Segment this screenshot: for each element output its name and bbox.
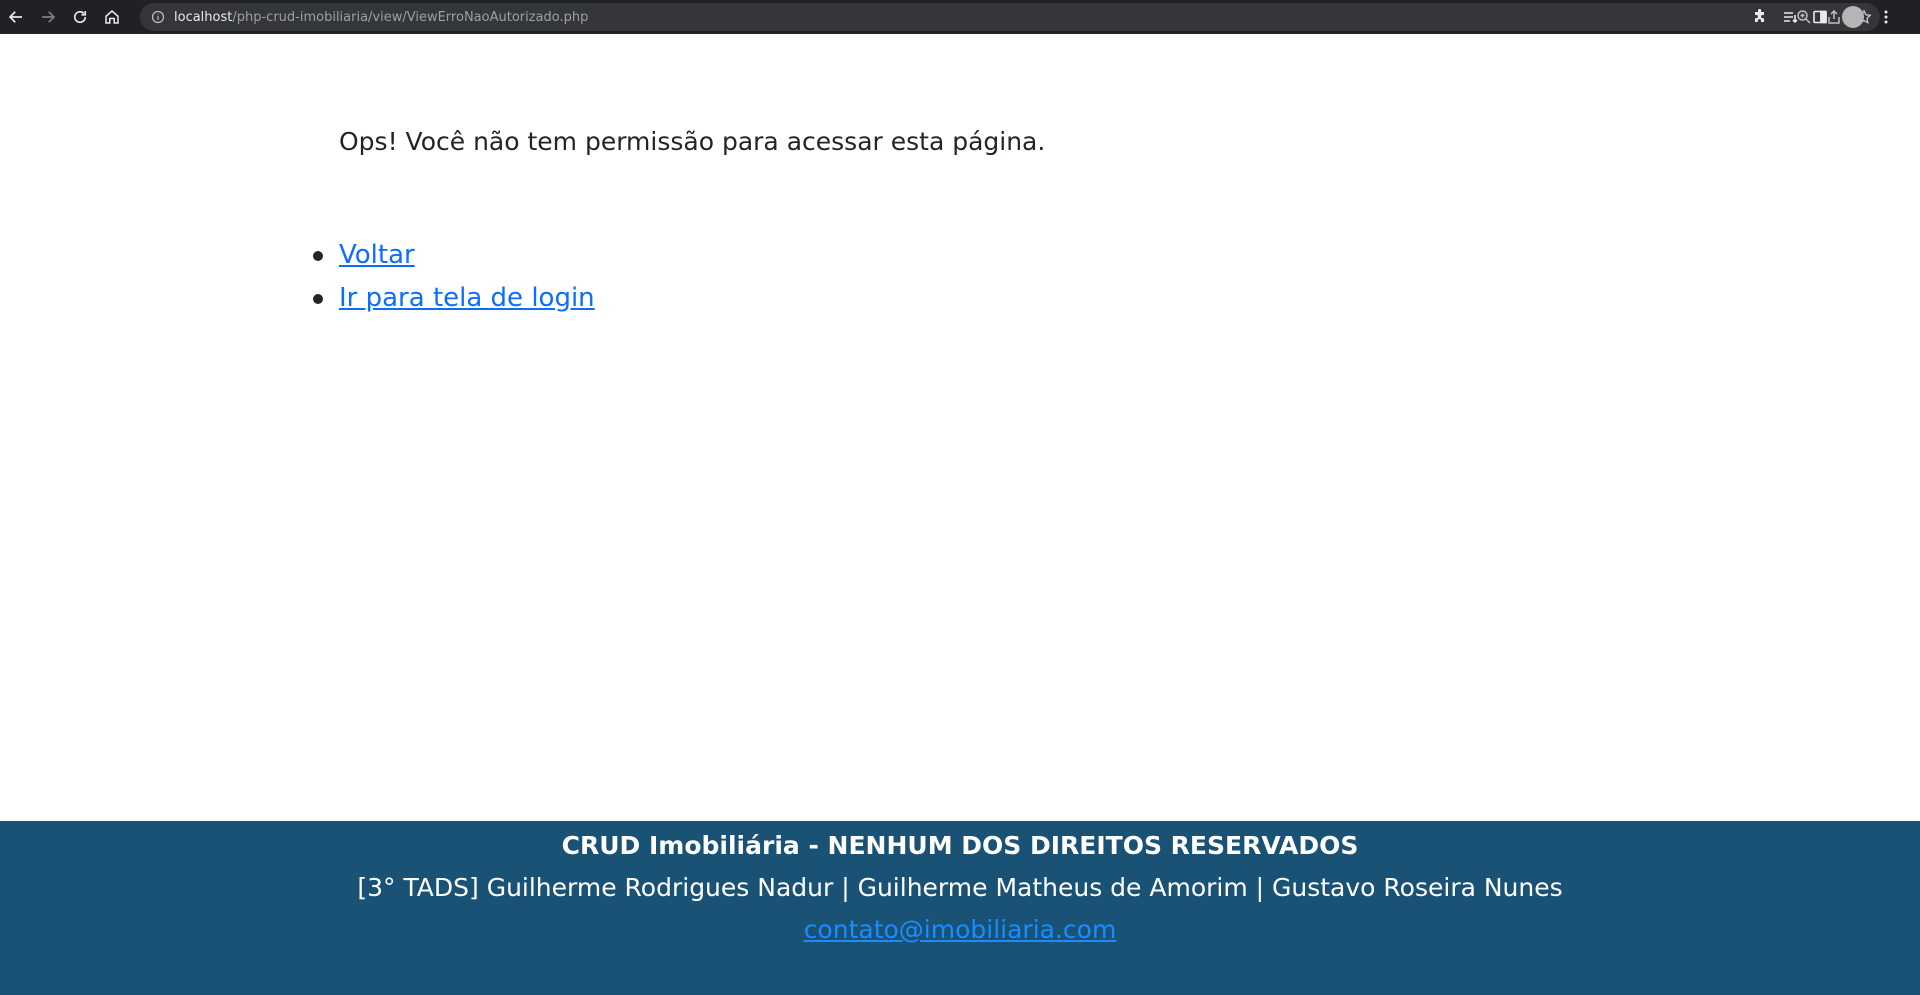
info-icon[interactable] (150, 9, 166, 25)
address-bar[interactable]: localhost/php-crud-imobiliaria/view/View… (140, 3, 1880, 31)
avatar[interactable] (1842, 6, 1864, 28)
page-content: Ops! Você não tem permissão para acessar… (0, 34, 1920, 821)
browser-toolbar: localhost/php-crud-imobiliaria/view/View… (0, 0, 1920, 34)
extensions-area (1910, 0, 1920, 34)
home-icon (105, 10, 119, 24)
footer: CRUD Imobiliária - NENHUM DOS DIREITOS R… (0, 821, 1920, 995)
list-item: Voltar (313, 234, 595, 277)
kebab-menu-icon[interactable] (1878, 9, 1894, 25)
bullet-icon (313, 251, 323, 261)
url-text[interactable]: localhost/php-crud-imobiliaria/view/View… (174, 10, 588, 25)
arrow-left-icon (8, 11, 22, 23)
side-panel-icon[interactable] (1812, 9, 1828, 25)
footer-email-wrapper: contato@imobiliaria.com (0, 915, 1920, 944)
error-message: Ops! Você não tem permissão para acessar… (339, 127, 1046, 156)
forward-button[interactable] (32, 1, 64, 33)
arrow-right-icon (42, 11, 56, 23)
list-item: Ir para tela de login (313, 277, 595, 320)
reading-list-icon[interactable] (1782, 9, 1798, 25)
reload-icon (73, 10, 87, 24)
url-host: localhost (174, 9, 233, 25)
url-path: /php-crud-imobiliaria/view/ViewErroNaoAu… (232, 9, 589, 25)
back-link[interactable]: Voltar (339, 240, 415, 270)
back-button[interactable] (0, 1, 32, 33)
reload-button[interactable] (64, 1, 96, 33)
login-link[interactable]: Ir para tela de login (339, 283, 595, 313)
puzzle-icon[interactable] (1752, 9, 1768, 25)
home-button[interactable] (96, 1, 128, 33)
toolbar-right (1752, 0, 1894, 34)
bullet-icon (313, 294, 323, 304)
footer-email-link[interactable]: contato@imobiliaria.com (804, 915, 1117, 944)
footer-title: CRUD Imobiliária - NENHUM DOS DIREITOS R… (561, 831, 1359, 860)
action-links: Voltar Ir para tela de login (313, 234, 595, 320)
footer-authors: [3° TADS] Guilherme Rodrigues Nadur | Gu… (357, 873, 1563, 902)
